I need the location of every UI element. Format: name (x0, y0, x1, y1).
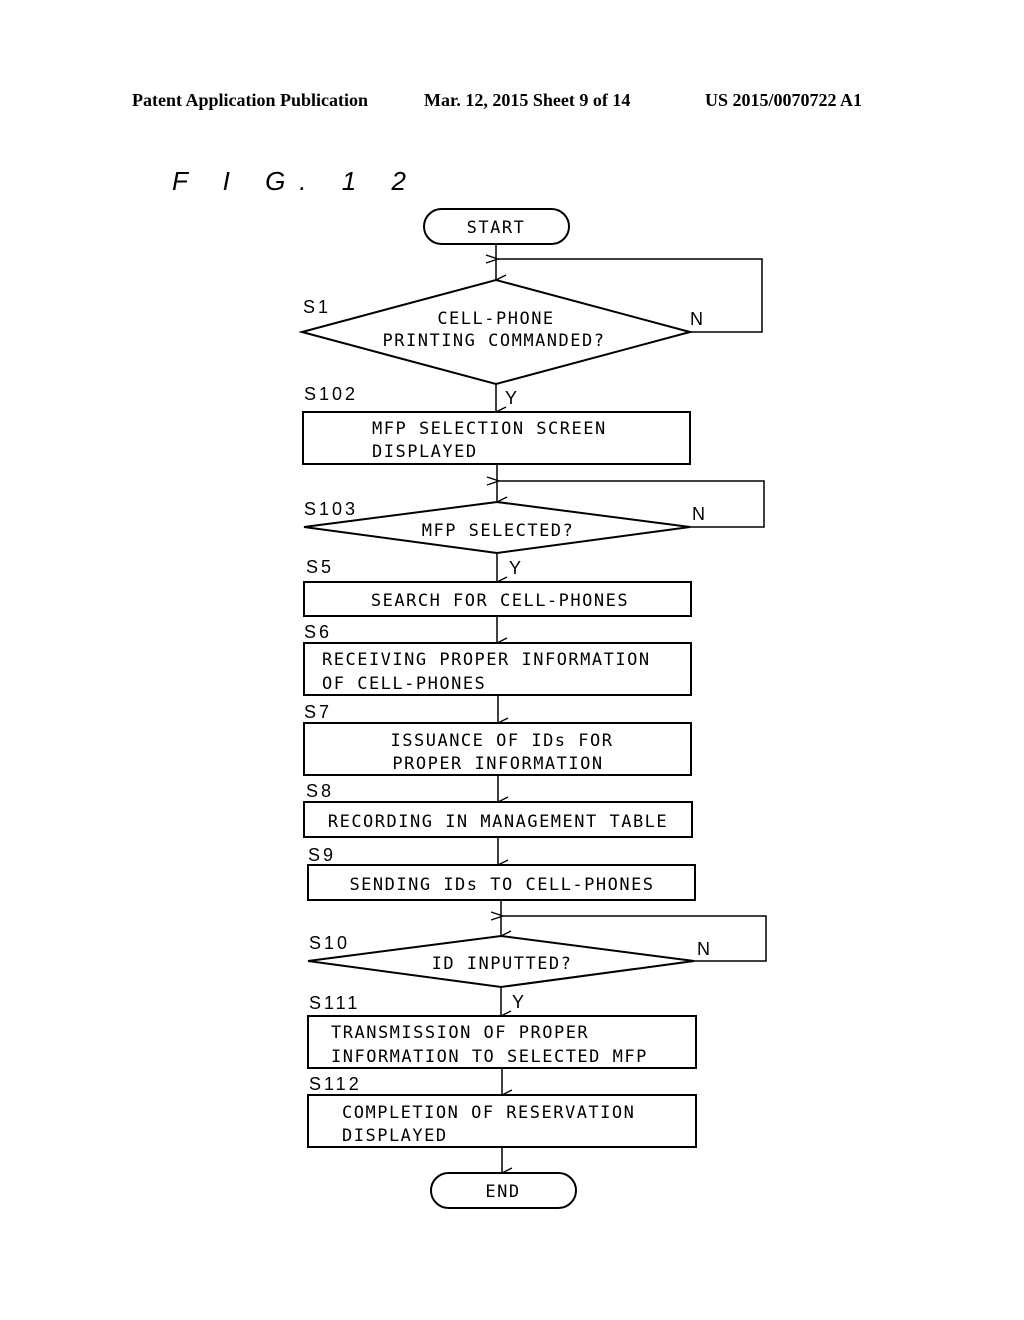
start-label: START (467, 218, 526, 238)
s103-no-label: N (692, 504, 708, 524)
step-s103-decision: MFP SELECTED? S103 N Y (303, 499, 708, 578)
s102-line-1: MFP SELECTION SCREEN (372, 419, 607, 439)
s7-line-1: ISSUANCE OF IDs FOR (391, 731, 614, 751)
s103-step-id: S103 (304, 499, 358, 519)
s5-line-1: SEARCH FOR CELL-PHONES (371, 591, 629, 611)
s112-line-1: COMPLETION OF RESERVATION (342, 1103, 635, 1123)
s7-line-2: PROPER INFORMATION (392, 754, 603, 774)
step-s1-decision: CELL-PHONE PRINTING COMMANDED? S1 N Y (298, 278, 706, 408)
s111-step-id: S111 (309, 993, 360, 1013)
s103-yes-label: Y (509, 558, 524, 578)
step-s111-process: TRANSMISSION OF PROPER INFORMATION TO SE… (307, 993, 697, 1069)
step-s10-decision: ID INPUTTED? S10 N Y (307, 933, 713, 1012)
s8-step-id: S8 (306, 781, 334, 801)
s111-line-1: TRANSMISSION OF PROPER (331, 1023, 589, 1043)
s112-step-id: S112 (309, 1074, 362, 1094)
s102-step-id: S102 (304, 384, 358, 404)
s1-yes-label: Y (505, 388, 520, 408)
s9-line-1: SENDING IDs TO CELL-PHONES (349, 875, 654, 895)
s9-step-id: S9 (308, 845, 336, 865)
s7-step-id: S7 (304, 702, 332, 722)
s10-no-label: N (697, 939, 713, 959)
s1-no-label: N (690, 309, 706, 329)
s112-line-2: DISPLAYED (342, 1126, 448, 1146)
s6-line-2: OF CELL-PHONES (322, 674, 486, 694)
figure-label: F I G. 1 2 (172, 166, 420, 196)
end-terminal: END (430, 1172, 577, 1209)
s1-line-1: CELL-PHONE (437, 309, 554, 329)
s103-line-1: MFP SELECTED? (422, 521, 575, 541)
s102-line-2: DISPLAYED (372, 442, 478, 462)
s1-line-2: PRINTING COMMANDED? (383, 331, 606, 351)
start-terminal: START (423, 208, 570, 245)
s8-line-1: RECORDING IN MANAGEMENT TABLE (328, 812, 668, 832)
s5-step-id: S5 (306, 557, 334, 577)
flowchart: F I G. 1 2 START CELL-PHONE PRINTING COM… (172, 166, 767, 1209)
s10-step-id: S10 (309, 933, 350, 953)
s111-line-2: INFORMATION TO SELECTED MFP (331, 1047, 648, 1067)
s10-line-1: ID INPUTTED? (432, 954, 573, 974)
s6-line-1: RECEIVING PROPER INFORMATION (322, 650, 651, 670)
end-label: END (485, 1182, 520, 1202)
s1-step-id: S1 (303, 297, 331, 317)
s6-step-id: S6 (304, 622, 332, 642)
s10-yes-label: Y (512, 992, 527, 1012)
step-s9-process: SENDING IDs TO CELL-PHONES S9 (307, 845, 696, 901)
